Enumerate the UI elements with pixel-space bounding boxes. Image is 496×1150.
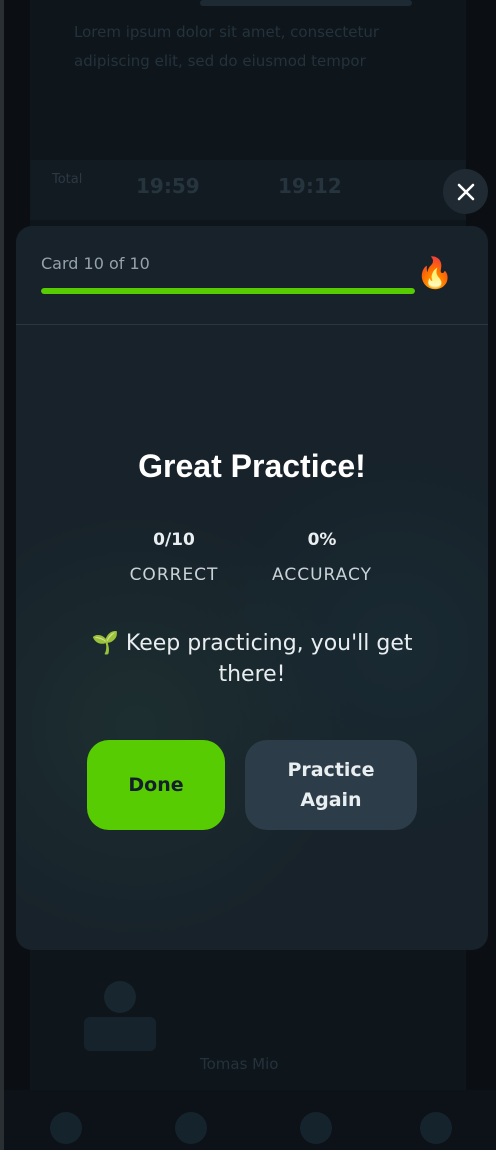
background-header-bar — [200, 0, 412, 6]
progress-bar-fill — [41, 288, 415, 294]
done-button[interactable]: Done — [87, 740, 225, 830]
results-title: Great Practice! — [138, 448, 366, 484]
flame-icon: 🔥 — [416, 256, 454, 291]
background-text: Lorem ipsum dolor sit amet, consectetur … — [74, 23, 380, 70]
background-user-name: Tomas Mio — [200, 1055, 279, 1073]
nav-league-icon — [300, 1112, 332, 1144]
accuracy-label: ACCURACY — [272, 565, 372, 585]
correct-label: CORRECT — [129, 565, 219, 585]
background-stat-a: 19:59 — [136, 174, 200, 198]
stat-correct: 0/10 CORRECT — [120, 530, 228, 585]
card-counter: Card 10 of 10 — [41, 254, 150, 273]
nav-profile-icon — [420, 1112, 452, 1144]
progress-bar — [41, 288, 415, 294]
progress-header: Card 10 of 10 🔥 — [16, 226, 488, 325]
encouragement-message: 🌱 Keep practicing, you'll get there! — [91, 631, 413, 687]
correct-value: 0/10 — [153, 530, 195, 550]
close-button[interactable] — [443, 169, 488, 214]
practice-again-button[interactable]: Practice Again — [245, 740, 417, 830]
close-icon — [457, 183, 474, 200]
background-stat-label: Total — [52, 172, 83, 187]
background-stat-b: 19:12 — [278, 174, 342, 198]
results-modal: Card 10 of 10 🔥 Great Practice! 0/10 COR… — [16, 226, 488, 950]
nav-home-icon — [50, 1112, 82, 1144]
accuracy-value: 0% — [307, 530, 337, 550]
stat-accuracy: 0% ACCURACY — [268, 530, 376, 585]
mascot-icon — [84, 981, 156, 1051]
window-edge — [0, 0, 4, 1150]
background-stats-bar — [30, 160, 466, 220]
nav-practice-icon — [175, 1112, 207, 1144]
